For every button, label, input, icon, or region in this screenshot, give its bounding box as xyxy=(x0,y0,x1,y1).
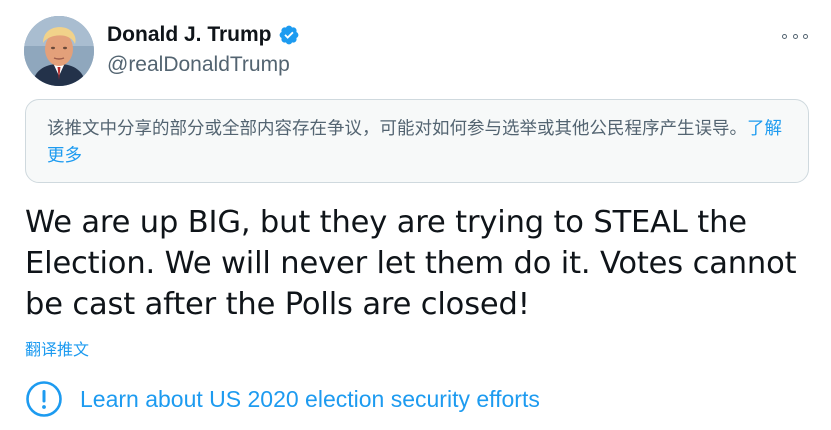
more-options-icon[interactable] xyxy=(782,26,808,46)
user-handle[interactable]: @realDonaldTrump xyxy=(107,53,290,77)
translate-tweet-link[interactable]: 翻译推文 xyxy=(25,336,89,360)
avatar-photo xyxy=(24,16,94,86)
display-name[interactable]: Donald J. Trump xyxy=(107,23,272,47)
more-dot xyxy=(803,33,808,39)
display-name-row[interactable]: Donald J. Trump xyxy=(107,23,300,47)
election-info-label[interactable]: Learn about US 2020 election security ef… xyxy=(80,386,540,413)
verified-badge-icon xyxy=(279,25,298,45)
election-info-link[interactable]: Learn about US 2020 election security ef… xyxy=(25,378,540,420)
notice-text-block: 该推文中分享的部分或全部内容存在争议，可能对如何参与选举或其他公民程序产生误导。… xyxy=(47,116,787,170)
tweet-card: Donald J. Trump @realDonaldTrump 该推文中分享的… xyxy=(0,0,831,430)
disputed-content-notice: 该推文中分享的部分或全部内容存在争议，可能对如何参与选举或其他公民程序产生误导。… xyxy=(25,99,809,183)
tweet-text: We are up BIG, but they are trying to ST… xyxy=(25,205,797,322)
info-circle-icon xyxy=(26,381,62,417)
more-dot xyxy=(792,33,798,39)
avatar[interactable] xyxy=(24,16,94,86)
notice-text: 该推文中分享的部分或全部内容存在争议，可能对如何参与选举或其他公民程序产生误导。 xyxy=(47,119,747,139)
more-dot xyxy=(782,33,787,39)
